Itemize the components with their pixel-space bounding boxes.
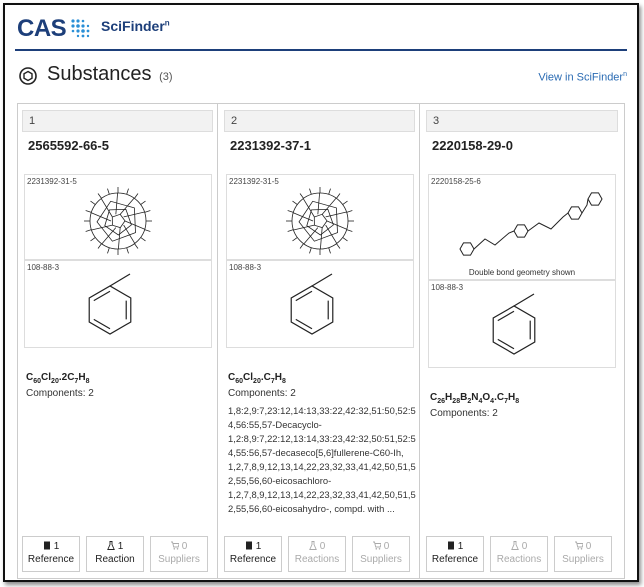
components-count: Components: 2 bbox=[430, 408, 498, 419]
card-actions: 1 Reference 1 Reaction 0 Suppliers bbox=[22, 536, 213, 572]
action-label: Reaction bbox=[95, 554, 135, 565]
view-in-scifinder-link[interactable]: View in SciFindern bbox=[538, 71, 627, 84]
action-label: Reactions bbox=[496, 554, 542, 565]
action-count: 0 bbox=[151, 541, 207, 552]
molecular-formula: C60Cl20.2C7H8 bbox=[26, 372, 90, 385]
flask-icon bbox=[308, 541, 317, 550]
reference-button[interactable]: 1 Reference bbox=[22, 536, 80, 572]
components-count: Components: 2 bbox=[228, 388, 296, 399]
action-label: Reference bbox=[229, 554, 277, 565]
cas-registry-number[interactable]: 2565592-66-5 bbox=[28, 138, 109, 153]
cas-dots-icon bbox=[71, 19, 90, 38]
card-actions: 1 Reference 0 Reactions 0 Suppliers bbox=[224, 536, 415, 572]
action-count: 1 bbox=[427, 541, 483, 552]
title-row: Substances (3) View in SciFindern bbox=[17, 61, 627, 91]
fullerene-drawing bbox=[286, 187, 354, 255]
structure-svg bbox=[84, 187, 152, 255]
action-label: Suppliers bbox=[158, 554, 200, 565]
action-count: 1 bbox=[225, 541, 281, 552]
chain-structure-drawing bbox=[459, 192, 603, 256]
cas-logo: CAS bbox=[17, 15, 67, 42]
substance-card: 3 2220158-29-0 2220158-25-6 Double bond … bbox=[422, 104, 622, 578]
fullerene-drawing bbox=[84, 187, 152, 255]
header: CAS SciFindern bbox=[5, 5, 637, 49]
cart-icon bbox=[170, 541, 180, 550]
action-count: 0 bbox=[353, 541, 409, 552]
substance-card: 1 2565592-66-5 2231392-31-5 108-88-3 C60… bbox=[18, 104, 218, 578]
molecular-formula: C60Cl20.C7H8 bbox=[228, 372, 286, 385]
structure-svg bbox=[492, 293, 536, 355]
structure-svg bbox=[459, 192, 603, 256]
structure-panel[interactable]: 2231392-31-5 bbox=[24, 174, 212, 260]
action-label: Reactions bbox=[294, 554, 340, 565]
reference-button[interactable]: 1 Reference bbox=[426, 536, 484, 572]
substance-description: 1,8:2,9:7,23:12,14:13,33:22,42:32,51:50,… bbox=[228, 405, 416, 514]
action-count: 0 bbox=[555, 541, 611, 552]
components-count: Components: 2 bbox=[26, 388, 94, 399]
action-label: Suppliers bbox=[562, 554, 604, 565]
scifinder-brand: SciFindern bbox=[101, 18, 170, 34]
card-index: 3 bbox=[426, 110, 618, 132]
cart-icon bbox=[372, 541, 382, 550]
substance-card: 2 2231392-37-1 2231392-31-5 108-88-3 C60… bbox=[220, 104, 420, 578]
card-index: 2 bbox=[224, 110, 415, 132]
structure-panel[interactable]: 108-88-3 bbox=[24, 260, 212, 348]
page-title: Substances (3) bbox=[47, 63, 173, 85]
suppliers-button[interactable]: 0 Suppliers bbox=[554, 536, 612, 572]
structure-panel[interactable]: 2220158-25-6 Double bond geometry shown bbox=[428, 174, 616, 280]
cas-registry-number[interactable]: 2220158-29-0 bbox=[432, 138, 513, 153]
action-label: Reference bbox=[431, 554, 479, 565]
action-count: 1 bbox=[23, 541, 79, 552]
reactions-button[interactable]: 0 Reactions bbox=[288, 536, 346, 572]
reference-button[interactable]: 1 Reference bbox=[224, 536, 282, 572]
structure-svg bbox=[290, 273, 334, 335]
action-label: Reference bbox=[27, 554, 75, 565]
suppliers-button[interactable]: 0 Suppliers bbox=[150, 536, 208, 572]
book-icon bbox=[43, 541, 51, 550]
app-window: CAS SciFindern Substances (3) View in Sc… bbox=[3, 3, 639, 582]
card-actions: 1 Reference 0 Reactions 0 Suppliers bbox=[426, 536, 618, 572]
flask-icon bbox=[510, 541, 519, 550]
action-count: 0 bbox=[289, 541, 345, 552]
toluene-drawing bbox=[290, 273, 334, 335]
card-index: 1 bbox=[22, 110, 213, 132]
molecular-formula: C26H28B2N4O4.C7H8 bbox=[430, 392, 520, 405]
suppliers-button[interactable]: 0 Suppliers bbox=[352, 536, 410, 572]
header-divider bbox=[15, 49, 627, 51]
toluene-drawing bbox=[88, 273, 132, 335]
structure-panel[interactable]: 2231392-31-5 bbox=[226, 174, 414, 260]
structure-panel[interactable]: 108-88-3 bbox=[226, 260, 414, 348]
cas-registry-number[interactable]: 2231392-37-1 bbox=[230, 138, 311, 153]
cart-icon bbox=[574, 541, 584, 550]
book-icon bbox=[245, 541, 253, 550]
action-count: 0 bbox=[491, 541, 547, 552]
book-icon bbox=[447, 541, 455, 550]
structure-svg bbox=[286, 187, 354, 255]
structure-panel[interactable]: 108-88-3 bbox=[428, 280, 616, 368]
structure-svg bbox=[88, 273, 132, 335]
hexagon-substance-icon bbox=[19, 67, 37, 85]
reactions-button[interactable]: 0 Reactions bbox=[490, 536, 548, 572]
substance-cards: 1 2565592-66-5 2231392-31-5 108-88-3 C60… bbox=[17, 103, 625, 579]
action-count: 1 bbox=[87, 541, 143, 552]
reaction-button[interactable]: 1 Reaction bbox=[86, 536, 144, 572]
flask-icon bbox=[106, 541, 115, 550]
toluene-drawing bbox=[492, 293, 536, 355]
action-label: Suppliers bbox=[360, 554, 402, 565]
